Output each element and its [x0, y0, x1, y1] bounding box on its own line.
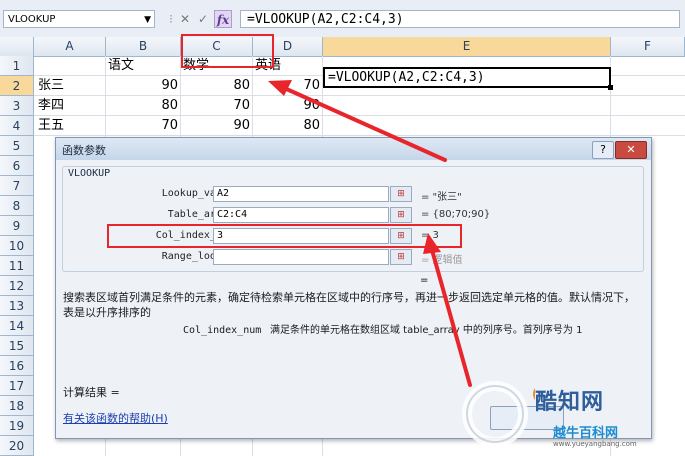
- watermark-text-secondary: 越牛百科网: [553, 426, 619, 441]
- watermark-url: www.yueyangbang.com: [553, 440, 637, 448]
- watermark-logo-icon: [462, 381, 535, 447]
- watermark-text: 酷知网: [535, 390, 605, 415]
- watermark: 酷知网 越牛百科网 www.yueyangbang.com: [455, 378, 685, 456]
- arrow-to-column-c: [268, 80, 447, 162]
- arrow-to-col-index: [423, 233, 472, 387]
